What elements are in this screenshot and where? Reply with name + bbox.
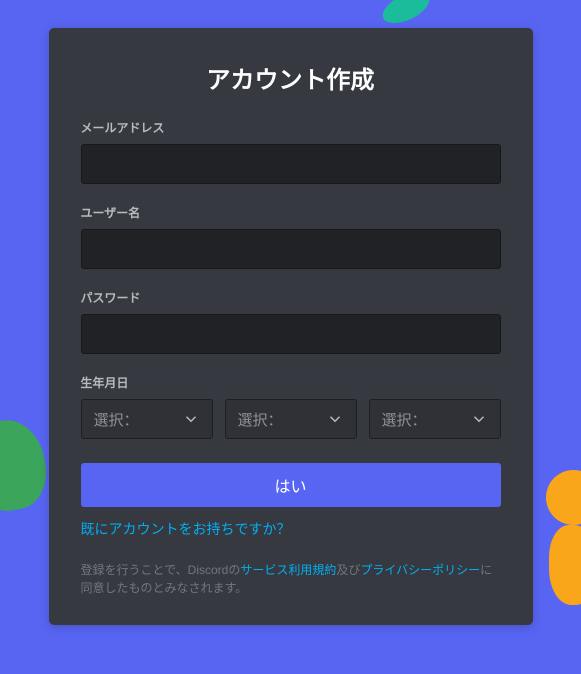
dob-month-select[interactable]: 選択：: [81, 399, 213, 439]
privacy-link[interactable]: プライバシーポリシー: [360, 563, 480, 577]
bg-decoration-right-head: [546, 470, 581, 525]
dob-row: 選択： 選択： 選択：: [81, 399, 501, 439]
bg-decoration-fish: [378, 0, 434, 29]
password-label: パスワード: [81, 289, 501, 306]
terms-link[interactable]: サービス利用規約: [240, 563, 336, 577]
tos-and: 及び: [336, 563, 360, 577]
chevron-down-icon: [470, 410, 488, 428]
tos-text: 登録を行うことで、Discordのサービス利用規約及びプライバシーポリシーに同意…: [81, 561, 501, 597]
submit-button[interactable]: はい: [81, 463, 501, 507]
dob-year-placeholder: 選択：: [382, 409, 427, 430]
bg-decoration-left: [0, 415, 52, 516]
chevron-down-icon: [326, 410, 344, 428]
already-have-account-link[interactable]: 既にアカウントをお持ちですか？: [81, 519, 291, 539]
chevron-down-icon: [182, 410, 200, 428]
dob-day-placeholder: 選択：: [238, 409, 283, 430]
email-field[interactable]: [81, 144, 501, 184]
dob-month-placeholder: 選択：: [94, 409, 139, 430]
email-label: メールアドレス: [81, 119, 501, 136]
bg-decoration-right-body: [549, 525, 581, 605]
dob-label: 生年月日: [81, 374, 501, 391]
password-field[interactable]: [81, 314, 501, 354]
page-title: アカウント作成: [81, 60, 501, 95]
register-card: アカウント作成 メールアドレス ユーザー名 パスワード 生年月日 選択： 選択：…: [49, 28, 533, 625]
username-label: ユーザー名: [81, 204, 501, 221]
dob-year-select[interactable]: 選択：: [369, 399, 501, 439]
dob-day-select[interactable]: 選択：: [225, 399, 357, 439]
tos-prefix: 登録を行うことで、Discordの: [81, 563, 241, 577]
username-field[interactable]: [81, 229, 501, 269]
